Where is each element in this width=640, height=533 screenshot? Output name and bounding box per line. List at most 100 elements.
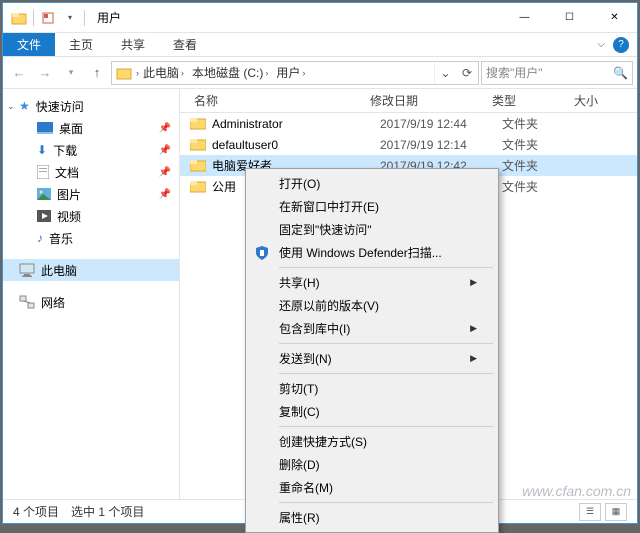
tab-home[interactable]: 主页 bbox=[55, 33, 107, 56]
menu-item-label: 固定到"快速访问" bbox=[279, 221, 372, 238]
menu-item-label: 共享(H) bbox=[279, 274, 320, 291]
nav-this-pc[interactable]: 此电脑 bbox=[3, 259, 179, 281]
qat-dropdown-icon[interactable]: ▾ bbox=[60, 8, 80, 28]
table-row[interactable]: Administrator2017/9/19 12:44文件夹 bbox=[180, 113, 637, 134]
titlebar: ▾ 用户 — ☐ ✕ bbox=[3, 3, 637, 33]
menu-item[interactable]: 创建快捷方式(S) bbox=[249, 430, 495, 453]
breadcrumb[interactable]: › 此电脑 › 本地磁盘 (C:) › 用户 › ⌄ ⟳ bbox=[111, 61, 479, 85]
submenu-arrow-icon: ▶ bbox=[470, 353, 477, 364]
folder-icon bbox=[190, 137, 206, 153]
file-type: 文件夹 bbox=[502, 115, 584, 132]
tab-share[interactable]: 共享 bbox=[107, 33, 159, 56]
breadcrumb-dropdown-icon[interactable]: ⌄ bbox=[434, 62, 456, 84]
ribbon-collapse-icon[interactable]: ⌵ bbox=[597, 39, 605, 50]
nav-history-icon[interactable]: ▾ bbox=[59, 61, 83, 85]
network-icon bbox=[19, 295, 35, 309]
menu-item-label: 剪切(T) bbox=[279, 380, 318, 397]
video-icon bbox=[37, 210, 51, 222]
breadcrumb-item[interactable]: 此电脑 › bbox=[139, 64, 188, 81]
music-icon: ♪ bbox=[37, 231, 43, 245]
qat: ▾ bbox=[3, 8, 87, 28]
menu-item[interactable]: 发送到(N) ▶ bbox=[249, 347, 495, 370]
folder-icon bbox=[190, 158, 206, 174]
table-row[interactable]: defaultuser02017/9/19 12:14文件夹 bbox=[180, 134, 637, 155]
file-type: 文件夹 bbox=[502, 136, 584, 153]
nav-downloads[interactable]: ⬇ 下载📌 bbox=[3, 139, 179, 161]
menu-item[interactable]: 共享(H) ▶ bbox=[249, 271, 495, 294]
status-count: 4 个项目 bbox=[13, 503, 59, 520]
menu-item-label: 创建快捷方式(S) bbox=[279, 433, 367, 450]
window-controls: — ☐ ✕ bbox=[502, 3, 637, 33]
menu-item[interactable]: 包含到库中(I)▶ bbox=[249, 317, 495, 340]
menu-item[interactable]: 剪切(T) bbox=[249, 377, 495, 400]
tab-view[interactable]: 查看 bbox=[159, 33, 211, 56]
nav-forward-button[interactable]: → bbox=[33, 61, 57, 85]
nav-back-button[interactable]: ← bbox=[7, 61, 31, 85]
menu-item-label: 使用 Windows Defender扫描... bbox=[279, 244, 442, 261]
nav-videos[interactable]: 视频 bbox=[3, 205, 179, 227]
col-date[interactable]: 修改日期 bbox=[370, 92, 492, 109]
view-icons-button[interactable]: ▦ bbox=[605, 503, 627, 521]
nav-up-button[interactable]: ↑ bbox=[85, 61, 109, 85]
menu-item[interactable]: 打开(O) bbox=[249, 172, 495, 195]
menu-item[interactable]: 删除(D) bbox=[249, 453, 495, 476]
file-name: Administrator bbox=[212, 117, 380, 131]
menu-item[interactable]: 还原以前的版本(V) bbox=[249, 294, 495, 317]
search-icon[interactable]: 🔍 bbox=[613, 66, 628, 80]
column-headers: 名称 修改日期 类型 大小 bbox=[180, 89, 637, 113]
close-button[interactable]: ✕ bbox=[592, 3, 637, 33]
folder-icon bbox=[116, 65, 132, 81]
submenu-arrow-icon: ▶ bbox=[470, 277, 477, 288]
col-size[interactable]: 大小 bbox=[574, 92, 637, 109]
pin-icon: 📌 bbox=[159, 123, 171, 134]
ribbon: 文件 主页 共享 查看 ⌵ ? bbox=[3, 33, 637, 57]
menu-item-label: 重命名(M) bbox=[279, 479, 333, 496]
desktop-icon bbox=[37, 122, 53, 134]
download-icon: ⬇ bbox=[37, 143, 47, 157]
context-menu[interactable]: 打开(O) 在新窗口中打开(E) 固定到"快速访问" 使用 Windows Defen… bbox=[245, 168, 499, 533]
file-type: 文件夹 bbox=[502, 157, 584, 174]
file-type: 文件夹 bbox=[502, 178, 584, 195]
folder-icon bbox=[190, 116, 206, 132]
picture-icon bbox=[37, 188, 51, 200]
nav-documents[interactable]: 文档📌 bbox=[3, 161, 179, 183]
nav-music[interactable]: ♪ 音乐 bbox=[3, 227, 179, 249]
menu-item-label: 属性(R) bbox=[279, 509, 320, 526]
nav-desktop[interactable]: 桌面📌 bbox=[3, 117, 179, 139]
menu-item[interactable]: 在新窗口中打开(E) bbox=[249, 195, 495, 218]
defender-icon bbox=[253, 244, 271, 262]
breadcrumb-item[interactable]: 用户 › bbox=[272, 64, 309, 81]
refresh-icon[interactable]: ⟳ bbox=[456, 62, 478, 84]
document-icon bbox=[37, 165, 49, 179]
col-type[interactable]: 类型 bbox=[492, 92, 574, 109]
menu-item-label: 在新窗口中打开(E) bbox=[279, 198, 379, 215]
col-name[interactable]: 名称 bbox=[180, 92, 370, 109]
nav-pictures[interactable]: 图片📌 bbox=[3, 183, 179, 205]
search-placeholder: 搜索"用户" bbox=[486, 64, 543, 81]
breadcrumb-item[interactable]: 本地磁盘 (C:) › bbox=[188, 64, 272, 81]
chevron-down-icon[interactable]: ⌄ bbox=[7, 101, 15, 112]
pin-icon: 📌 bbox=[159, 189, 171, 200]
file-date: 2017/9/19 12:14 bbox=[380, 138, 502, 152]
properties-icon[interactable] bbox=[38, 8, 58, 28]
help-icon[interactable]: ? bbox=[613, 37, 629, 53]
search-input[interactable]: 搜索"用户" 🔍 bbox=[481, 61, 633, 85]
menu-item[interactable]: 复制(C) bbox=[249, 400, 495, 423]
nav-pane: ⌄ ★ 快速访问 桌面📌 ⬇ 下载📌 文档📌 图片📌 bbox=[3, 89, 180, 499]
file-name: defaultuser0 bbox=[212, 138, 380, 152]
nav-quick-access[interactable]: ⌄ ★ 快速访问 bbox=[3, 95, 179, 117]
nav-network[interactable]: 网络 bbox=[3, 291, 179, 313]
menu-item-label: 复制(C) bbox=[279, 403, 320, 420]
pin-icon: 📌 bbox=[159, 145, 171, 156]
menu-item[interactable]: 重命名(M) bbox=[249, 476, 495, 499]
star-icon: ★ bbox=[19, 99, 30, 113]
menu-item-label: 打开(O) bbox=[279, 175, 320, 192]
menu-item[interactable]: 固定到"快速访问" bbox=[249, 218, 495, 241]
maximize-button[interactable]: ☐ bbox=[547, 3, 592, 33]
view-details-button[interactable]: ☰ bbox=[579, 503, 601, 521]
menu-item-label: 发送到(N) bbox=[279, 350, 332, 367]
tab-file[interactable]: 文件 bbox=[3, 33, 55, 56]
minimize-button[interactable]: — bbox=[502, 3, 547, 33]
menu-item[interactable]: 使用 Windows Defender扫描... bbox=[249, 241, 495, 264]
pc-icon bbox=[19, 263, 35, 277]
